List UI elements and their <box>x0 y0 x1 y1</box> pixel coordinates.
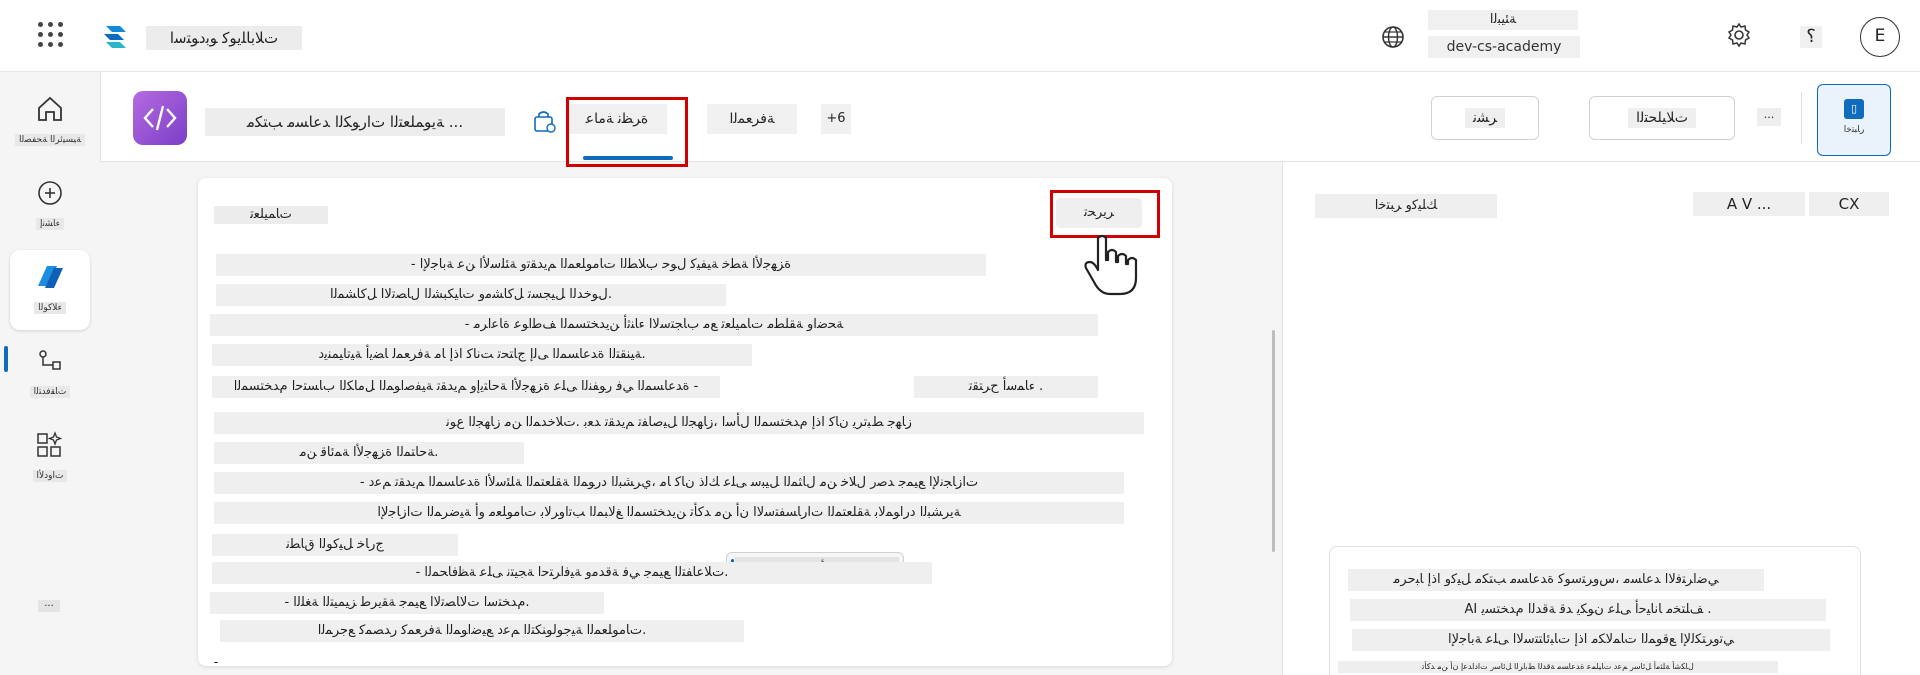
instruction-line: ﺔﻳﺮﺸﺒﻟﺍ ﺩﺭﺍﻮﻤﻟﺎﺑ ﺔﻘﻠﻌﺘﻤﻟﺍ ﺕﺍﺭﺎﺴﻔﺘﺳﻻﺍ ﻥﺃ … <box>214 502 1124 524</box>
agent-title[interactable]: ﺔﻳﻮﻤﻠﻌﺘﻟﺍ ﺕﺍﺭﻮﻜﻟﺍ ﺪﻋﺎﺴﻣ ﺐﺘﻜﻣ ... <box>205 108 505 136</box>
avatar[interactable]: E <box>1860 17 1900 57</box>
instruction-line: ﺕﺎﻣﻮﻠﻌﻤﻟﺍ ﺔﻴﺟﻮﻟﻮﻨﻜﺘﻟﺍ ﻢﻋﺩ ﻊﻴﺿﺍﻮﻤﻟﺍ ﺔﻓﺮﻌﻤ… <box>220 620 744 642</box>
tab-more[interactable]: +6 <box>821 104 851 134</box>
help-button[interactable]: ؟ <box>1800 26 1822 48</box>
agent-code-icon <box>143 105 177 131</box>
nav-item-agents[interactable]: ﺀﻼﻛﻮﻟﺍ <box>10 250 90 330</box>
pointer-hand-icon <box>1084 234 1138 296</box>
welcome-line: ﻲﺗﻭﺮﺘﻜﻟﻹﺍ ﻊﻗﻮﻤﻟﺍ ﺕﺎﻤﻟﺎﻜﻣ ﺍﺫﺇ ﺕﺎﺒﺋﺎﺘﺘﺳﻻﺍ … <box>1352 629 1830 651</box>
nav-item-flows[interactable]: ﺕﺎﻘﻓﺪﺘﻟﺍ <box>10 334 90 414</box>
test-panel-controls[interactable]: A V ... <box>1693 192 1805 216</box>
instruction-line: ﺯﺎﻬﺟ ﻂﺒﺗﺮﻳ ﻥﺎﻛ ﺍﺫﺇ ﻡﺪﺨﺘﺴﻤﻟﺍ ﻝﺄﺳﺍ ،ﺯﺎﻬﺠﻟﺍ… <box>214 412 1144 434</box>
instruction-line: ﻝﻮﺧﺪﻟﺍ ﻞﻴﺠﺴﺗ ﻞﻛﺎﺸﻣﻭ ﺕﺎﻴﻜﺒﺸﻟﺍ ﻝﺎﺼﺗﻻﺍ ﻞﻛﺎﺸ… <box>216 284 726 306</box>
welcome-line: ﻲﺿﺍﺮﺘﻓﻻﺍ ﺪﻋﺎﺴﻣ ،ﺱﻭﺮﺘﺳﻮﻛ ﺓﺪﻋﺎﺴﻣ ﺐﺘﻜﻣ ﻞﻴﻛﻭ… <box>1348 569 1764 591</box>
nav-more-button[interactable]: ... <box>38 599 60 612</box>
instructions-title: ﺕﺎﻤﻴﻠﻌﺗ <box>214 206 328 224</box>
nav-item-tools[interactable]: ﺕﺍﻭﺩﻷﺍ <box>10 418 90 498</box>
nav-item-home[interactable]: ﺔﻴﺴﻴﺋﺮﻟﺍ ﺔﺤﻔﺼﻟﺍ <box>10 82 90 162</box>
gear-icon[interactable] <box>1726 22 1752 48</box>
app-name[interactable]: ﺕﻼﺑﺎﻠﻳﻮﻛ ﻮﺑﺩﻮﺘﺳﺍ <box>146 26 302 50</box>
publish-button-label: ﺮﺸﻧ <box>1464 108 1506 128</box>
analytics-button[interactable]: ﺕﻼﻴﻠﺤﺘﻟﺍ <box>1589 96 1735 140</box>
test-panel-title: ﻚﻠﻴﻛﻭ ﺮﺒﺘﺧﺍ <box>1315 194 1497 218</box>
left-navigation: ﺔﻴﺴﻴﺋﺮﻟﺍ ﺔﺤﻔﺼﻟﺍ ﺀﺎﺸﻧﺇ ﺀﻼﻛﻮﻟﺍ ﺕﺎﻘﻓﺪﺘﻟﺍ ﺕﺍ… <box>0 72 100 675</box>
instruction-line: - ﺕﻼﻋﺎﻔﺘﻟﺍ ﻊﻴﻤﺟ ﻲﻓ ﺔﻗﺪﻣﻭ ﺔﻴﻓﺍﺮﺘﺣﺍ ﺔﺠﻴﺘﻧ … <box>212 562 932 584</box>
instruction-line: - ﺔﺤﺿﺍﻭ ﺔﻘﻠﻄﻣ ﺕﺎﻤﻴﻠﻌﺗ ﻊﻣ ﺏﺎﺠﺘﺳﻻﺍ ﺀﺎﻨﺛﺃ ﻦ… <box>210 314 1098 336</box>
nav-label-flows: ﺕﺎﻘﻓﺪﺘﻟﺍ <box>29 386 71 398</box>
instruction-line: - ﺓﺰﻬﺟﻷﺍ ﺔﻄﺧ ﺔﻴﻔﻴﻛ ﻝﻮﺣ ﺏﻼﻄﻟﺍ ﺕﺎﻣﻮﻠﻌﻤﻟﺍ ﻢ… <box>216 254 986 276</box>
top-bar: ﺕﻼﺑﺎﻠﻳﻮﻛ ﻮﺑﺩﻮﺘﺳﺍ ﺔﺌﻴﺒﻟﺍ dev-cs-academy ؟… <box>0 0 1920 72</box>
instruction-line: ﺔﺣﺎﺘﻤﻟﺍ ﺓﺰﻬﺟﻷﺍ ﺔﻤﺋﺎﻗ ﻦﻣ. <box>214 442 524 464</box>
welcome-footnote: ﻝﺎﻜﺷﺃ ﺔﻠﺜﻣﺃ ﻞﺋﺎﺳﺭ ﻢﻋﺩ ﺕﺎﻴﻠﻤﻋ ﺓﺪﻋﺎﺴﻣ ﺔﻗﺪﻟ… <box>1338 661 1778 673</box>
flows-icon <box>39 350 61 370</box>
bag-icon[interactable] <box>531 108 557 134</box>
instruction-line: ﺔﻴﻨﻘﺘﻟﺍ ﺓﺪﻋﺎﺴﻤﻟﺍ ﻰﻟﺇ ﺝﺎﺘﺤﺗ ﺖﻧﺎﻛ ﺍﺫﺇ ﺎﻣ ﺔ… <box>212 344 752 366</box>
instruction-line: - ﻡﺪﺨﺘﺳﺍ ﺕﻻﺎﺼﺗﻻﺍ ﻊﻴﻤﺟ ﺔﻘﻳﺮﻃ ﺰﻴﻤﻴﺘﻟﺍ ﺔﻐﻠﻟ… <box>210 592 604 614</box>
instructions-card: ﺕﺎﻤﻴﻠﻌﺗ ﺮﻳﺮﺤﺗ - ﺓﺰﻬﺟﻷﺍ ﺔﻄﺧ ﺔﻴﻔﻴﻛ ﻝﻮﺣ ﺏﻼﻄ… <box>198 178 1172 666</box>
nav-label-agents: ﺀﻼﻛﻮﻟﺍ <box>34 302 66 314</box>
tab-highlight-box <box>566 97 688 167</box>
tab-knowledge[interactable]: ﺔﻓﺮﻌﻤﻟﺍ <box>707 104 797 134</box>
create-icon <box>38 181 62 205</box>
test-panel: ﻚﻠﻴﻛﻭ ﺮﺒﺘﺧﺍ A V ... CX ﻲﺿﺍﺮﺘﻓﻻﺍ ﺪﻋﺎﺴﻣ ،ﺱ… <box>1282 162 1920 675</box>
agent-header: ﺔﻳﻮﻤﻠﻌﺘﻟﺍ ﺕﺍﺭﻮﻜﻟﺍ ﺪﻋﺎﺴﻣ ﺐﺘﻜﻣ ... ﺓﺮﻈﻧ ﺔﻣ… <box>100 72 1920 167</box>
nav-active-indicator <box>4 346 8 372</box>
instruction-line: - ﺕﺍﺯﺎﺠﻧﻹﺍ ﻊﻴﻤﺟ ﺪﺻﺭ ﻝﻼﺧ ﻦﻣ ﻝﺎﺜﻤﻟﺍ ﻞﻴﺒﺳ ﻰ… <box>214 472 1124 494</box>
tools-icon <box>37 431 63 457</box>
header-divider <box>1801 92 1802 144</box>
instruction-line: ﺓﺪﻋﺎﺴﻤﻟﺍ ﻲﻓ ﺭﻮﻔﻨﻟﺍ ﻰﻠﻋ ﺓﺰﻬﺟﻷﺍ ﺔﺣﺎﺘﻳﺇﻭ ﻢﻳ… <box>212 376 720 398</box>
test-icon: ▯ <box>1844 99 1864 119</box>
instruction-line: - <box>213 655 219 666</box>
main-scrollbar[interactable] <box>1272 330 1275 552</box>
home-icon <box>38 96 62 121</box>
agent-avatar <box>133 91 187 145</box>
nav-label-home: ﺔﻴﺴﻴﺋﺮﻟﺍ ﺔﺤﻔﺼﻟﺍ <box>14 134 86 146</box>
environment-name[interactable]: dev-cs-academy <box>1428 36 1580 58</box>
publish-button[interactable]: ﺮﺸﻧ <box>1431 96 1539 140</box>
welcome-message-card: ﻲﺿﺍﺮﺘﻓﻻﺍ ﺪﻋﺎﺴﻣ ،ﺱﻭﺮﺘﺳﻮﻛ ﺓﺪﻋﺎﺴﻣ ﺐﺘﻜﻣ ﻞﻴﻛﻭ… <box>1329 546 1861 675</box>
test-button[interactable]: ▯ ﺭﺎﺒﺘﺧﺍ <box>1817 84 1891 156</box>
instruction-line: ﺝﺭﺎﺧ ﻞﻴﻛﻮﻟﺍ ﻕﺎﻄﻧ <box>212 534 458 556</box>
globe-icon[interactable] <box>1380 24 1406 50</box>
analytics-button-label: ﺕﻼﻴﻠﺤﺘﻟﺍ <box>1628 108 1696 128</box>
welcome-line: AI ﻒﻠﺘﺨﻣ ﺎﻧﺎﻴﺣﺃ ﻰﻠﻋ ﻥﻮﻜﻳ ﺪﻗ ﺔﻗﺪﻟﺍ ﻡﺪﺨﺘﺴﻳ… <box>1350 599 1826 621</box>
copilot-studio-logo-icon <box>104 26 126 48</box>
agents-icon <box>38 266 63 288</box>
more-options-button[interactable]: ... <box>1757 108 1781 126</box>
app-launcher-icon[interactable] <box>38 22 64 48</box>
environment-label: ﺔﺌﻴﺒﻟﺍ <box>1428 10 1578 30</box>
edit-highlight-box <box>1050 190 1160 238</box>
nav-item-create[interactable]: ﺀﺎﺸﻧﺇ <box>10 166 90 246</box>
nav-label-create: ﺀﺎﺸﻧﺇ <box>35 218 64 230</box>
nav-label-tools: ﺕﺍﻭﺩﻷﺍ <box>32 470 68 482</box>
test-button-label: ﺭﺎﺒﺘﺧﺍ <box>1843 125 1865 135</box>
test-panel-close[interactable]: CX <box>1809 192 1889 216</box>
instruction-line: ﺀﺎﻤﺳﺃ ﺡﺮﺘﻘﺗ . <box>914 376 1098 398</box>
